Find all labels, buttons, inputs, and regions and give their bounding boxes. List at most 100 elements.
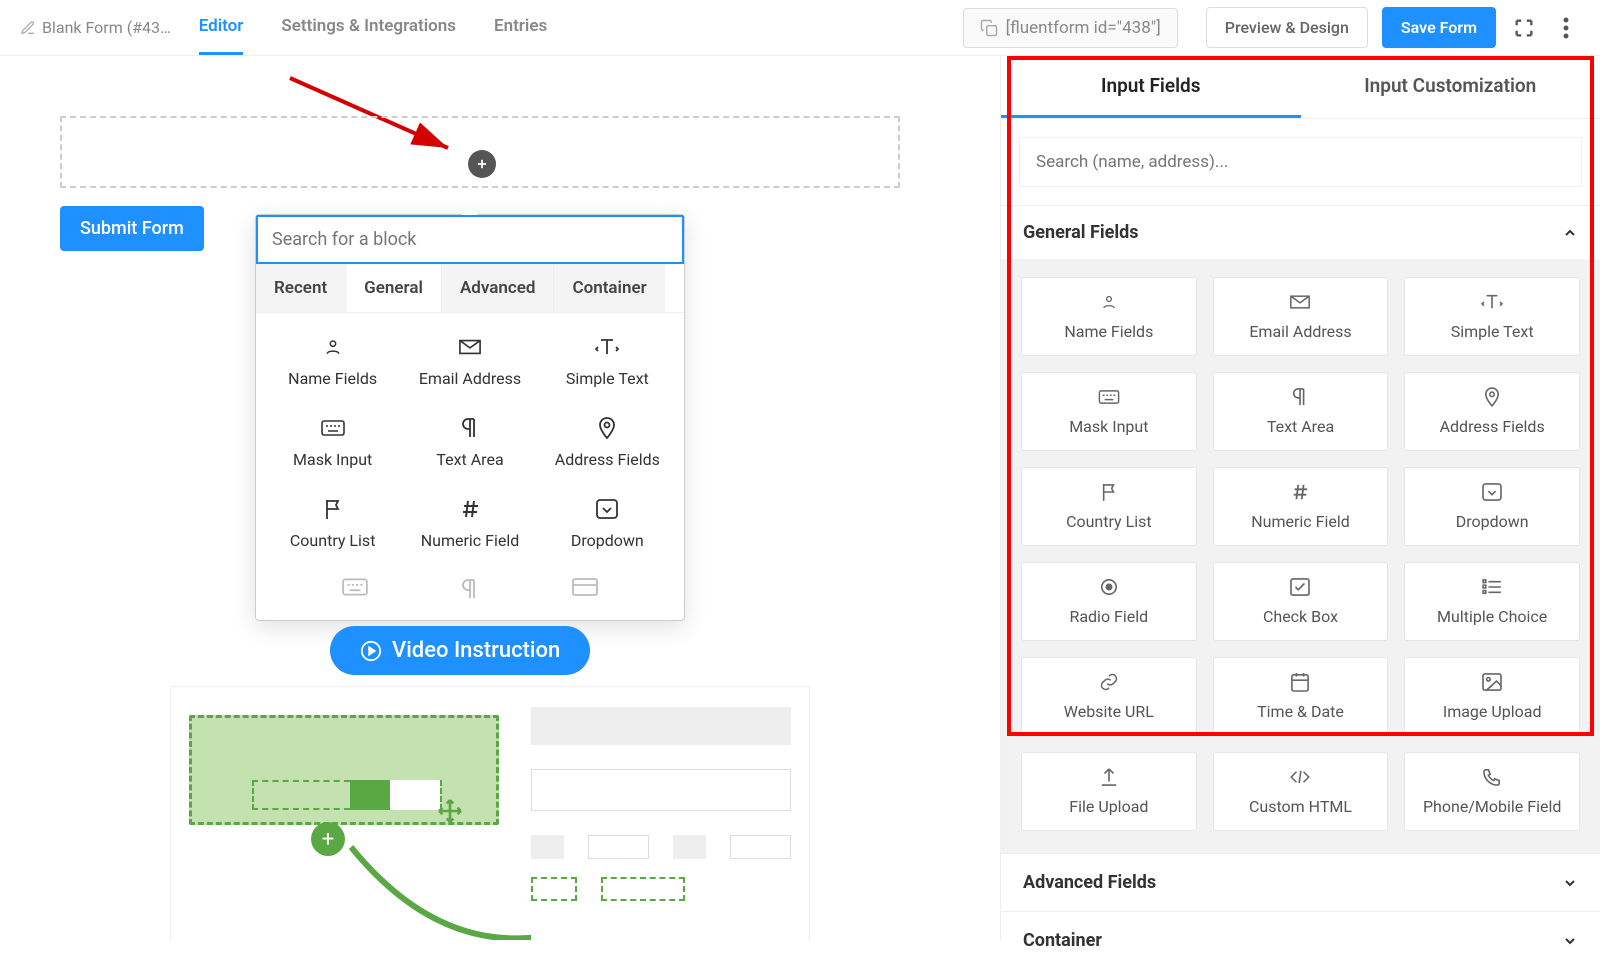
field-address[interactable]: Address Fields — [1404, 372, 1580, 451]
block-numeric[interactable]: Numeric Field — [405, 487, 534, 560]
field-name[interactable]: Name Fields — [1021, 277, 1197, 356]
field-radio[interactable]: Radio Field — [1021, 562, 1197, 641]
chevron-down-icon — [1562, 875, 1578, 891]
sidebar-tab-customization[interactable]: Input Customization — [1301, 56, 1600, 118]
illus-plus-icon: + — [311, 822, 345, 856]
text-icon — [595, 335, 619, 359]
video-instruction-button[interactable]: Video Instruction — [330, 626, 590, 675]
field-url[interactable]: Website URL — [1021, 657, 1197, 736]
chevron-down-icon — [1562, 933, 1578, 949]
calendar-icon — [1291, 672, 1309, 692]
radio-icon — [1100, 577, 1118, 597]
pin-icon — [598, 416, 616, 440]
check-icon — [1290, 577, 1310, 597]
section-advanced-fields[interactable]: Advanced Fields — [1001, 853, 1600, 911]
dropdown-icon — [1482, 482, 1502, 502]
popover-grid: Name Fields Email Address Simple Text Ma… — [256, 313, 684, 572]
hash-icon — [1291, 482, 1309, 502]
person-icon — [1100, 292, 1118, 312]
block-simple-text[interactable]: Simple Text — [543, 325, 672, 398]
popover-tab-general[interactable]: General — [346, 264, 442, 312]
section-label: General Fields — [1023, 222, 1138, 243]
more-icon[interactable] — [1552, 14, 1580, 42]
video-instruction-label: Video Instruction — [392, 638, 560, 663]
field-file[interactable]: File Upload — [1021, 752, 1197, 831]
phone-icon — [1483, 767, 1501, 787]
paragraph-icon — [1291, 387, 1309, 407]
field-multichoice[interactable]: Multiple Choice — [1404, 562, 1580, 641]
move-icon — [437, 798, 463, 824]
shortcode-text: [fluentform id="438"] — [1006, 18, 1161, 38]
list-icon — [1482, 577, 1502, 597]
plus-icon — [475, 157, 489, 171]
flag-icon — [1101, 482, 1117, 502]
popover-tab-recent[interactable]: Recent — [256, 264, 346, 312]
add-block-button[interactable] — [468, 150, 496, 178]
text-icon — [1481, 292, 1503, 312]
field-country[interactable]: Country List — [1021, 467, 1197, 546]
illustration: + — [170, 686, 810, 940]
field-mask[interactable]: Mask Input — [1021, 372, 1197, 451]
form-title[interactable]: Blank Form (#43… — [20, 18, 171, 37]
section-container[interactable]: Container — [1001, 911, 1600, 969]
illus-dropzone — [189, 715, 499, 825]
chevron-up-icon — [1562, 225, 1578, 241]
block-country[interactable]: Country List — [268, 487, 397, 560]
keyboard-icon — [1098, 387, 1120, 407]
field-dropdown[interactable]: Dropdown — [1404, 467, 1580, 546]
dropdown-icon — [596, 497, 618, 521]
shortcode-pill[interactable]: [fluentform id="438"] — [963, 8, 1178, 48]
code-icon — [1289, 767, 1311, 787]
block-email[interactable]: Email Address — [405, 325, 534, 398]
section-label: Advanced Fields — [1023, 872, 1156, 893]
tab-settings[interactable]: Settings & Integrations — [281, 0, 456, 55]
block-address[interactable]: Address Fields — [543, 406, 672, 479]
play-icon — [360, 640, 382, 662]
save-button[interactable]: Save Form — [1382, 7, 1496, 48]
canvas-area: Submit Form Recent General Advanced Cont… — [0, 56, 1000, 940]
field-image[interactable]: Image Upload — [1404, 657, 1580, 736]
form-title-text: Blank Form (#43… — [42, 18, 171, 37]
image-icon — [1482, 672, 1502, 692]
flag-icon — [324, 497, 342, 521]
block-text-area[interactable]: Text Area — [405, 406, 534, 479]
field-numeric[interactable]: Numeric Field — [1213, 467, 1389, 546]
field-datetime[interactable]: Time & Date — [1213, 657, 1389, 736]
field-phone[interactable]: Phone/Mobile Field — [1404, 752, 1580, 831]
tab-entries[interactable]: Entries — [494, 0, 547, 55]
paragraph-icon — [460, 416, 480, 440]
upload-icon — [1100, 767, 1118, 787]
block-name-fields[interactable]: Name Fields — [268, 325, 397, 398]
sidebar-search-input[interactable] — [1019, 137, 1582, 187]
field-html[interactable]: Custom HTML — [1213, 752, 1389, 831]
block-dropdown[interactable]: Dropdown — [543, 487, 672, 560]
section-label: Container — [1023, 930, 1102, 951]
popover-tab-advanced[interactable]: Advanced — [442, 264, 555, 312]
preview-button[interactable]: Preview & Design — [1206, 7, 1368, 48]
section-general-fields[interactable]: General Fields — [1001, 206, 1600, 259]
tab-editor[interactable]: Editor — [199, 0, 244, 55]
hash-icon — [460, 497, 480, 521]
link-icon — [1099, 672, 1119, 692]
fullscreen-icon[interactable] — [1510, 14, 1538, 42]
block-popover: Recent General Advanced Container Name F… — [255, 214, 685, 621]
submit-form-button[interactable]: Submit Form — [60, 206, 204, 251]
field-email[interactable]: Email Address — [1213, 277, 1389, 356]
sidebar-tabs: Input Fields Input Customization — [1001, 56, 1600, 119]
sidebar-tab-input-fields[interactable]: Input Fields — [1001, 56, 1301, 118]
field-checkbox[interactable]: Check Box — [1213, 562, 1389, 641]
popover-tab-container[interactable]: Container — [554, 264, 664, 312]
field-textarea[interactable]: Text Area — [1213, 372, 1389, 451]
popover-more — [256, 572, 684, 620]
keyboard-icon — [321, 416, 345, 440]
copy-icon — [980, 19, 998, 37]
card-icon — [572, 578, 598, 604]
field-simple-text[interactable]: Simple Text — [1404, 277, 1580, 356]
block-search-input[interactable] — [256, 215, 684, 264]
mail-icon — [1290, 292, 1310, 312]
pencil-icon — [20, 20, 36, 36]
dropzone[interactable] — [60, 116, 900, 188]
sidebar-grid: Name Fields Email Address Simple Text Ma… — [1001, 277, 1600, 853]
paragraph-icon — [460, 578, 480, 604]
block-mask-input[interactable]: Mask Input — [268, 406, 397, 479]
